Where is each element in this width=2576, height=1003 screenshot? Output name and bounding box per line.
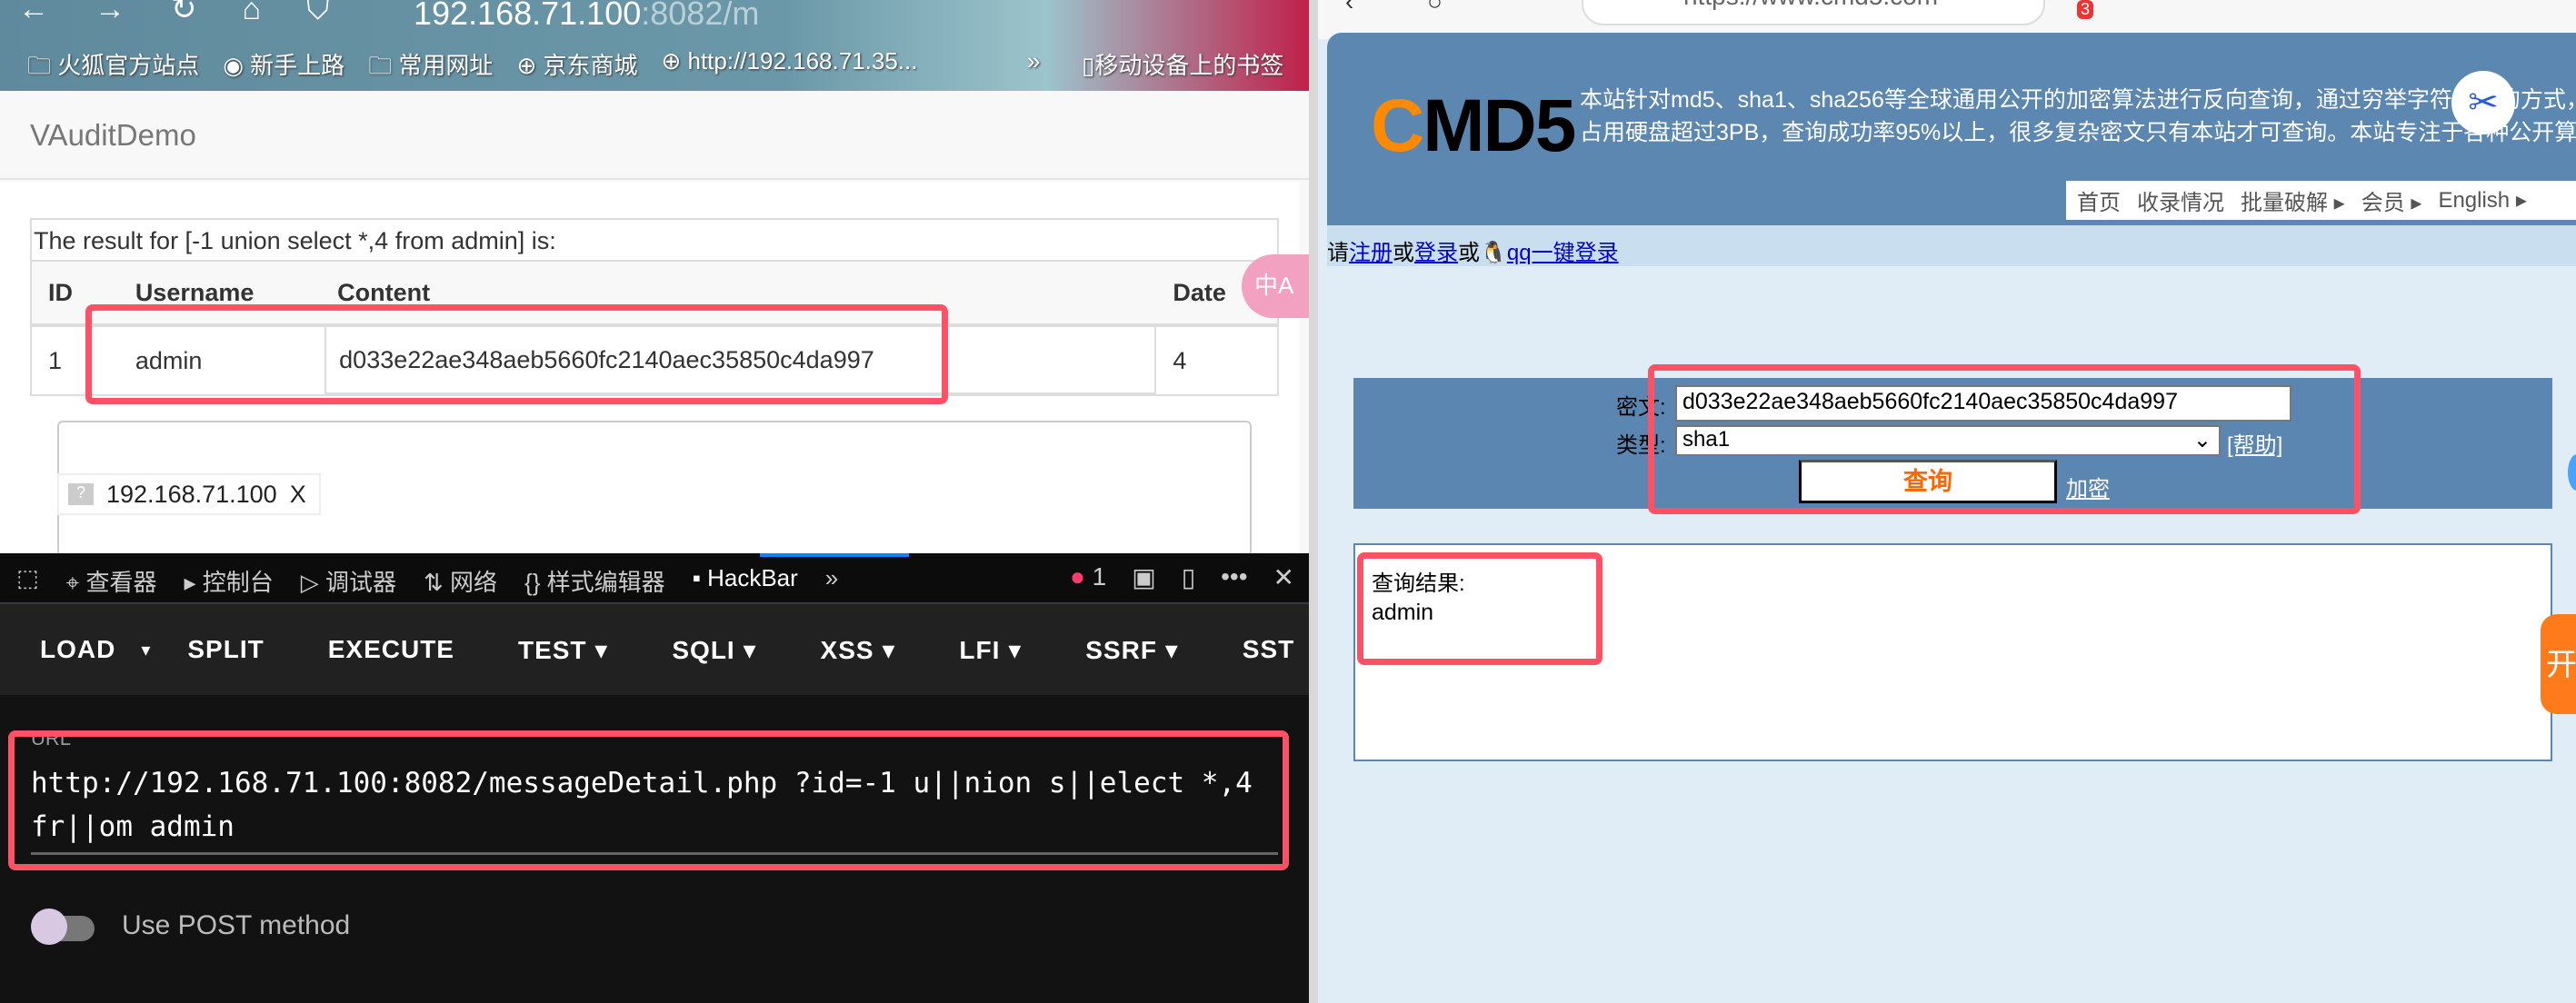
result-caption: The result for [-1 union select *,4 from… [32, 220, 1277, 262]
scissors-icon[interactable]: ✂ [2451, 71, 2515, 134]
address-bar[interactable]: https://www.cmd5.com [1582, 0, 2045, 25]
col-id: ID [48, 278, 73, 306]
tab-network[interactable]: ⇅ 网络 [424, 564, 497, 598]
mobile-bookmarks[interactable]: ▯移动设备上的书签 [1082, 47, 1283, 81]
firefox-toolbar: ← → ↻ ⌂ ⛉ 192.168.71.100:8082/m 🗀 火狐官方站点 ◉ 新… [0, 0, 1309, 91]
nav-buttons: ← → ↻ ⌂ ⛉ [18, 0, 330, 36]
bookmark-item[interactable]: ⊕ http://192.168.71.35... [661, 47, 917, 89]
right-browser-window: ‹ ○ https://www.cmd5.com 3 CMD5 本站针对md5、… [1318, 0, 2576, 1003]
sqli-menu[interactable]: SQLI ▾ [672, 635, 756, 665]
hackbar-toolbar: LOAD ▾ SPLIT EXECUTE TEST ▾ SQLI ▾ XSS ▾… [0, 604, 1309, 695]
post-method-toggle[interactable] [31, 909, 100, 945]
load-dropdown[interactable]: ▾ [141, 639, 151, 661]
floating-badge[interactable] [2568, 454, 2576, 491]
qq-icon: 🐧 [1480, 241, 1507, 265]
shield-icon[interactable]: ⛉ [306, 0, 330, 25]
forward-icon[interactable]: → [95, 0, 125, 25]
col-username: Username [135, 278, 255, 306]
app-header: VAuditDemo [0, 91, 1309, 180]
load-button[interactable]: LOAD [40, 635, 115, 664]
more-tabs-icon[interactable]: » [825, 564, 838, 598]
bookmark-item[interactable]: ◉ 新手上路 [223, 47, 344, 89]
nav-home[interactable]: 首页 [2077, 184, 2121, 216]
address-bar[interactable]: 192.168.71.100:8082/m [414, 0, 759, 33]
responsive-icon[interactable]: ▯ [1182, 562, 1195, 592]
execute-button[interactable]: EXECUTE [328, 635, 454, 664]
bookmarks-bar: 🗀 火狐官方站点 ◉ 新手上路 🗀 常用网址 ⊕ 京东商城 ⊕ http://1… [27, 47, 1283, 89]
nav-member[interactable]: 会员 ▸ [2361, 184, 2422, 216]
cmd5-logo[interactable]: CMD5 [1371, 84, 1576, 169]
highlight-box [1357, 552, 1603, 665]
post-method-label: Use POST method [122, 910, 351, 940]
nav-records[interactable]: 收录情况 [2137, 184, 2224, 216]
close-devtools-icon[interactable]: ✕ [1273, 562, 1294, 592]
split-button[interactable]: SPLIT [187, 635, 264, 664]
back-icon[interactable]: ‹ [1345, 0, 1353, 16]
nav-batch[interactable]: 批量破解 ▸ [2241, 184, 2345, 216]
devtools-toolbar: ⬚ ⌖ 查看器 ▸ 控制台 ▷ 调试器 ⇅ 网络 {} 样式编辑器 ▪ Hack… [0, 553, 1309, 604]
test-menu[interactable]: TEST ▾ [518, 635, 608, 665]
split-divider[interactable] [1309, 0, 1318, 1003]
picker-icon[interactable]: ⬚ [16, 564, 39, 598]
ip-tag: ? 192.168.71.100 X [57, 473, 321, 515]
tab-inspector[interactable]: ⌖ 查看器 [66, 564, 157, 598]
bookmark-item[interactable]: 🗀 常用网址 [368, 47, 493, 89]
nav-english[interactable]: English ▸ [2438, 187, 2526, 214]
site-description: 本站针对md5、sha1、sha256等全球通用公开的加密算法进行反向查询，通过… [1580, 87, 2576, 145]
menu-icon[interactable]: ••• [1221, 562, 1247, 592]
app-title[interactable]: VAuditDemo [30, 118, 196, 153]
ip-tag-label: 192.168.71.100 [106, 480, 277, 508]
highlight-box [85, 304, 948, 404]
tab-hackbar[interactable]: ▪ HackBar [693, 564, 798, 598]
active-tab-indicator [760, 553, 909, 557]
register-link[interactable]: 注册 [1349, 241, 1393, 265]
ssrf-menu[interactable]: SSRF ▾ [1085, 635, 1179, 665]
xss-menu[interactable]: XSS ▾ [821, 635, 896, 665]
error-count[interactable]: ● 1 [1070, 562, 1106, 592]
tab-console[interactable]: ▸ 控制台 [184, 564, 273, 598]
bookmark-item[interactable]: 🗀 火狐官方站点 [27, 47, 199, 89]
lfi-menu[interactable]: LFI ▾ [959, 635, 1022, 665]
highlight-box [1648, 364, 2361, 514]
bookmark-item[interactable]: ⊕ 京东商城 [516, 47, 637, 89]
top-nav: 首页 收录情况 批量破解 ▸ 会员 ▸ English ▸ [2066, 181, 2576, 220]
extension-badge[interactable]: 3 [2077, 0, 2094, 19]
back-icon[interactable]: ← [18, 0, 49, 25]
tab-style-editor[interactable]: {} 样式编辑器 [524, 564, 665, 598]
reload-icon[interactable]: ○ [1427, 0, 1443, 16]
translate-button[interactable]: 中A [1242, 254, 1309, 318]
qq-login-link[interactable]: qq一键登录 [1507, 241, 1619, 265]
cell-date: 4 [1173, 346, 1187, 374]
ssti-menu[interactable]: SST [1243, 635, 1294, 664]
login-link[interactable]: 登录 [1414, 241, 1458, 265]
broken-image-icon: ? [68, 483, 94, 505]
close-icon[interactable]: X [290, 481, 306, 509]
dock-icon[interactable]: ▣ [1132, 562, 1155, 592]
tab-debugger[interactable]: ▷ 调试器 [301, 564, 396, 598]
left-browser-window: ← → ↻ ⌂ ⛉ 192.168.71.100:8082/m 🗀 火狐官方站点 ◉ 新… [0, 0, 1309, 1003]
login-bar: 请注册或登录或🐧qq一键登录 [1327, 225, 2576, 266]
highlight-box [8, 730, 1289, 870]
side-tab[interactable]: 开 [2541, 614, 2576, 714]
home-icon[interactable]: ⌂ [243, 0, 262, 25]
bookmarks-overflow[interactable]: » [1027, 47, 1040, 75]
reload-icon[interactable]: ↻ [171, 0, 197, 25]
